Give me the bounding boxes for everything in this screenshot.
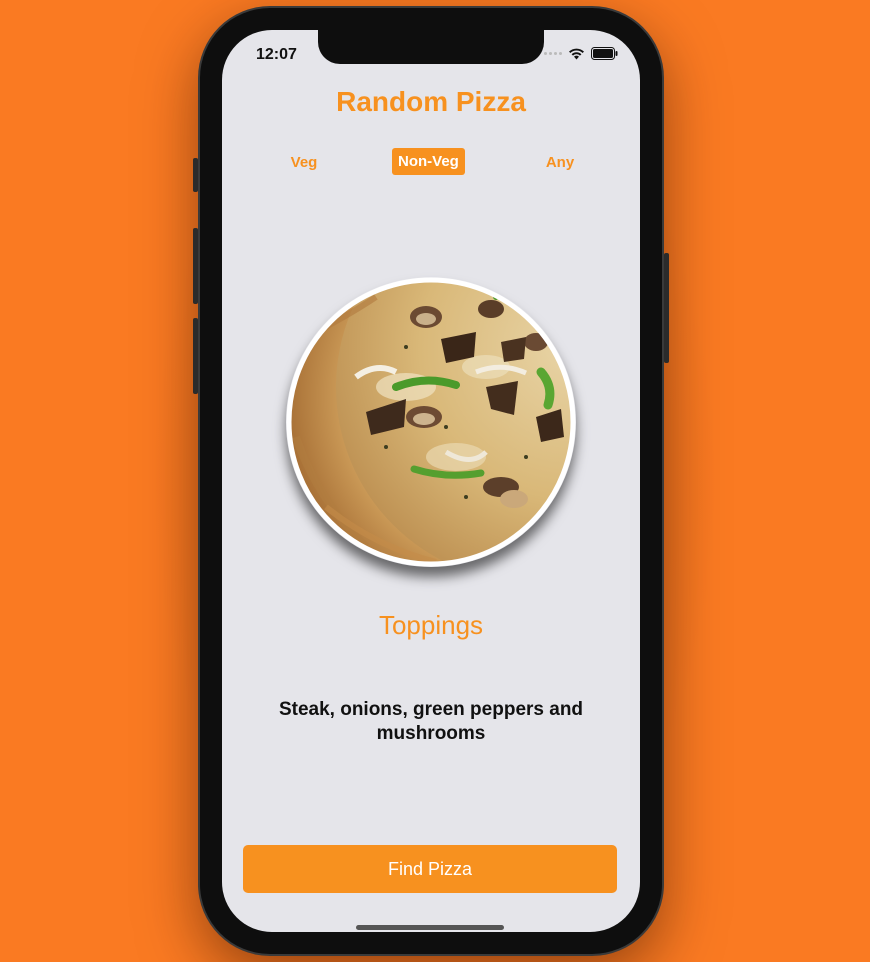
- pizza-image: [286, 277, 576, 567]
- app-screen: 12:07 Random Pizza Veg Non-Veg Any Toppi…: [222, 30, 640, 932]
- volume-down-button: [193, 318, 198, 394]
- toppings-heading: Toppings: [378, 610, 484, 640]
- pizza-icon: [286, 277, 576, 567]
- segment-non-veg[interactable]: Non-Veg: [392, 148, 465, 175]
- volume-up-button: [193, 228, 198, 304]
- find-pizza-button[interactable]: Find Pizza: [243, 845, 617, 893]
- segment-veg[interactable]: Veg: [284, 154, 324, 171]
- page-title: Random Pizza: [336, 86, 526, 117]
- notch: [318, 30, 544, 64]
- segment-any[interactable]: Any: [540, 154, 580, 171]
- battery-icon: [591, 47, 618, 60]
- mute-switch: [193, 158, 198, 192]
- power-button: [664, 253, 669, 363]
- wifi-icon: [569, 48, 584, 60]
- status-icons: [544, 47, 618, 60]
- home-indicator[interactable]: [356, 925, 504, 930]
- status-time: 12:07: [256, 46, 297, 63]
- toppings-description: Steak, onions, green peppers and mushroo…: [278, 699, 584, 744]
- phone-frame: 12:07 Random Pizza Veg Non-Veg Any Toppi…: [193, 8, 669, 954]
- signal-icon: [544, 52, 562, 55]
